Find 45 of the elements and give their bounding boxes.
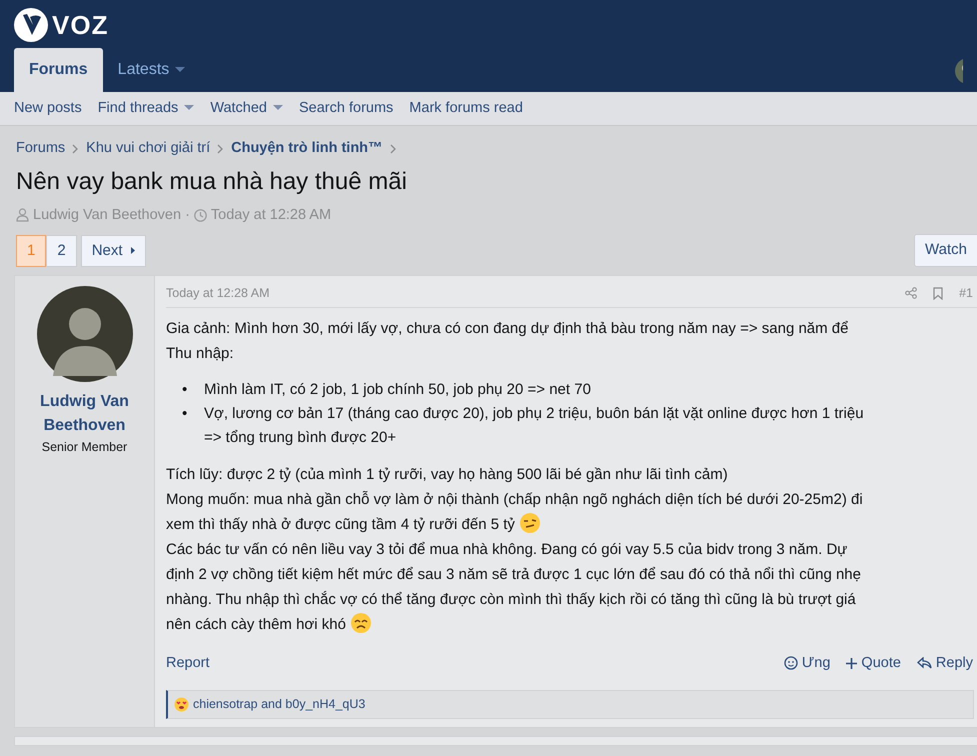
logo-text[interactable]: VOZ (52, 6, 108, 44)
next-page-button[interactable]: Next (80, 234, 146, 267)
list-item: Mình làm IT, có 2 job, 1 job chính 50, job phụ 20 => net 70 (204, 380, 591, 400)
reaction-users-link[interactable]: chiensotrap and b0y_nH4_qU3 (193, 695, 366, 714)
bullet: • (182, 404, 188, 424)
heart-eyes-face-icon (174, 697, 189, 712)
sub-nav-link[interactable]: Find threads (90, 92, 202, 126)
nav-tab[interactable]: Latests (102, 48, 200, 92)
sub-nav-link[interactable]: Mark forums read (401, 92, 531, 126)
nav-tab[interactable]: Forums (14, 48, 103, 92)
sub-nav-link[interactable]: New posts (6, 92, 90, 126)
username-link[interactable]: Ludwig Van Beethoven (30, 390, 140, 438)
post-paragraph: Tích lũy: được 2 tỷ (của mình 1 tỷ rưỡi, vay họ hàng 500 lãi bé gần như lãi tình cảm) Mong muốn: mua nhà gần chỗ vợ làm ở nội thành (chấp nhận ngõ nghách diện tích bé dưới 20-25m2) đi xem thì thấy nhà ở được cũng tầm 4 tỷ rưỡi đến 5 tỷ Các bác tư vấn có nên liều vay 3 tỏi để mua nhà không. Đang có gói vay 5.5 của bidv trong 3 năm. Dự định 2 vợ chồng tiết kiệm hết mức để sau 3 năm sẽ trả được 1 cục lớn để sau đó có thả nổi thì cũng nhẹ nhàng. Thu nhập thì chắc vợ có thể tăng được còn mình thì thấy kịch rồi có tăng thì cũng là bù trượt giá nên cách cày thêm hơi khó (166, 464, 864, 636)
user-avatar[interactable] (955, 58, 963, 84)
user-avatar[interactable] (36, 286, 132, 382)
post-paragraph: Gia cảnh: Mình hơn 30, mới lấy vợ, chưa có con đang dự định thả bàu trong năm nay => sang năm để Thu nhập: (166, 318, 850, 364)
page-link[interactable]: 2 (46, 234, 77, 267)
separator-dot: · (185, 206, 190, 225)
plus-icon (846, 658, 858, 669)
thread-title: Nên vay bank mua nhà hay thuê mãi (16, 168, 408, 197)
breadcrumb-link[interactable]: Chuyện trò linh tinh™ (231, 138, 383, 160)
report-link[interactable]: Report (166, 652, 210, 674)
list-item: Vợ, lương cơ bản 17 (tháng cao được 20), job phụ 2 triệu, buôn bán lặt vặt online được hơn 1 triệu => tổng trung bình được 20+ (204, 404, 864, 448)
user-title: Senior Member (42, 438, 128, 456)
breadcrumb-link[interactable]: Khu vui chơi giải trí (86, 138, 210, 160)
post-action-link[interactable]: Reply (916, 652, 973, 674)
share-icon[interactable] (905, 287, 918, 300)
sub-nav-link[interactable]: Search forums (291, 92, 402, 126)
caret-icon (130, 247, 135, 254)
smiley-icon (784, 656, 798, 670)
chevron-icon (72, 144, 80, 154)
reply-arrow-icon (916, 657, 932, 670)
breadcrumb-link[interactable]: Forums (16, 138, 66, 160)
bullet: • (182, 380, 188, 400)
thread-time: Today at 12:28 AM (210, 206, 332, 225)
post-action-link[interactable]: Ưng (784, 652, 830, 674)
chevron-icon (217, 144, 224, 154)
user-icon (16, 208, 29, 222)
logo-icon[interactable] (14, 8, 48, 42)
chevron-icon (390, 144, 397, 154)
sub-nav-link[interactable]: Watched (202, 92, 291, 126)
clock-icon (194, 208, 207, 222)
watch-button[interactable]: Watch (914, 234, 977, 267)
bookmark-icon[interactable] (933, 286, 944, 300)
post-action-link[interactable]: Quote (846, 652, 901, 674)
